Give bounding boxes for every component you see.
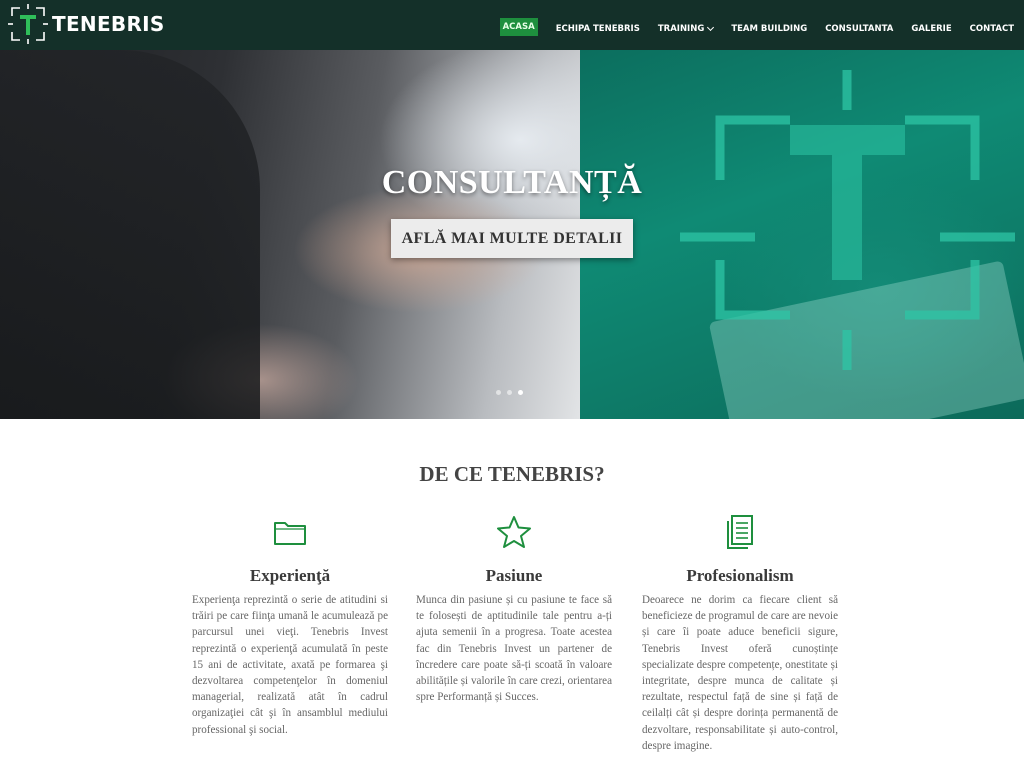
folder-icon <box>274 522 306 545</box>
document-icon <box>727 515 753 549</box>
slider-dot-2[interactable] <box>507 390 512 395</box>
chevron-down-icon <box>707 23 715 32</box>
feature-column-pasiune: Pasiune Munca din pasiune și cu pasiune … <box>416 514 612 705</box>
feature-column-profesionalism: Profesionalism Deoarece ne dorim ca fiec… <box>642 514 838 754</box>
nav-item-label: CONSULTANTA <box>825 24 894 34</box>
nav-item-label: ECHIPA TENEBRIS <box>555 24 640 34</box>
section-title: DE CE TENEBRIS? <box>419 462 605 486</box>
feature-title: Experienţă <box>249 566 331 585</box>
slider-dot-3[interactable] <box>518 390 523 395</box>
nav-item-label: TEAM BUILDING <box>731 24 808 34</box>
hero-title: CONSULTANȚĂ <box>381 164 643 201</box>
hero-photo-suit <box>0 50 260 419</box>
logo[interactable]: TENEBRIS <box>8 3 165 45</box>
site-header: TENEBRIS ACASA ECHIPA TENEBRIS TRAINING … <box>0 0 1024 50</box>
nav-item-acasa[interactable]: ACASA <box>499 18 538 36</box>
slider-dot-1[interactable] <box>496 390 501 395</box>
nav-item-consultanta[interactable]: CONSULTANTA <box>825 24 893 34</box>
feature-text: Experienţa reprezintă o serie de atitudi… <box>192 594 388 736</box>
main-nav: ACASA ECHIPA TENEBRIS TRAINING TEAM BUIL… <box>482 18 1014 36</box>
nav-item-label: ACASA <box>502 22 535 32</box>
feature-title: Pasiune <box>485 566 543 585</box>
nav-item-galerie[interactable]: GALERIE <box>911 24 951 34</box>
logo-text: TENEBRIS <box>52 12 165 36</box>
nav-item-training[interactable]: TRAINING <box>657 23 715 34</box>
feature-title: Profesionalism <box>686 566 794 585</box>
logo-emblem-icon <box>8 4 48 44</box>
nav-item-label: TRAINING <box>657 24 705 34</box>
nav-item-label: CONTACT <box>969 24 1014 34</box>
nav-item-echipa-tenebris[interactable]: ECHIPA TENEBRIS <box>556 24 640 34</box>
nav-item-team-building[interactable]: TEAM BUILDING <box>731 24 807 34</box>
slider-dots <box>496 390 529 395</box>
star-icon <box>497 516 531 548</box>
nav-item-contact[interactable]: CONTACT <box>970 24 1014 34</box>
hero-emblem-icon <box>680 70 1015 370</box>
feature-text: Deoarece ne dorim ca fiecare client să b… <box>642 594 838 752</box>
hero-details-button[interactable]: AFLĂ MAI MULTE DETALII <box>391 219 633 258</box>
nav-item-label: GALERIE <box>911 24 952 34</box>
feature-column-experienta: Experienţă Experienţa reprezintă o serie… <box>192 514 388 738</box>
feature-text: Munca din pasiune și cu pasiune te face … <box>416 594 612 704</box>
